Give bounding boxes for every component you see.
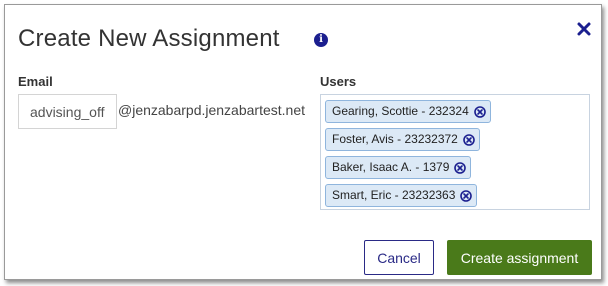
remove-circle-icon[interactable] <box>473 105 486 118</box>
users-multiselect[interactable]: Gearing, Scottie - 232324 Foster, Avis -… <box>320 94 590 210</box>
user-tag-label: Smart, Eric - 23232363 <box>332 188 456 202</box>
remove-circle-icon[interactable] <box>460 189 473 202</box>
user-tag: Baker, Isaac A. - 1379 <box>325 156 472 179</box>
email-label: Email <box>18 74 53 89</box>
remove-circle-icon[interactable] <box>463 133 475 146</box>
create-assignment-button[interactable]: Create assignment <box>447 240 592 275</box>
close-icon[interactable] <box>576 21 592 37</box>
cancel-button[interactable]: Cancel <box>364 240 434 275</box>
user-tag: Smart, Eric - 23232363 <box>325 184 478 207</box>
user-tag-label: Baker, Isaac A. - 1379 <box>332 160 450 174</box>
users-label: Users <box>320 74 357 89</box>
user-tag: Foster, Avis - 23232372 <box>325 128 480 151</box>
user-tag: Gearing, Scottie - 232324 <box>325 100 491 123</box>
email-input[interactable] <box>18 94 117 129</box>
create-assignment-dialog: Create New Assignment i Email @jenzabarp… <box>4 4 602 280</box>
user-tag-label: Gearing, Scottie - 232324 <box>332 104 469 118</box>
remove-circle-icon[interactable] <box>454 161 467 174</box>
user-tag-label: Foster, Avis - 23232372 <box>332 132 458 146</box>
info-icon[interactable]: i <box>314 33 328 47</box>
dialog-title: Create New Assignment <box>18 25 280 52</box>
email-domain-suffix: @jenzabarpd.jenzabartest.net <box>118 102 305 118</box>
